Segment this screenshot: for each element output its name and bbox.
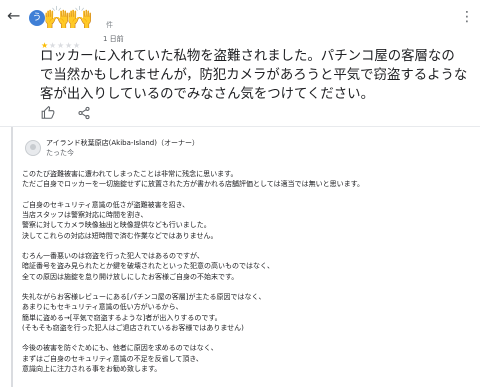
top-bar: ← う 🙌🙌 件 ⋮ [0, 0, 480, 34]
reviewer-review-count: 件 [106, 21, 113, 29]
review-text: ロッカーに入れていた私物を盗難されました。パチンコ屋の客層なので当然かもしれませ… [40, 49, 468, 102]
owner-name: アイランド秋葉原店(Akiba-Island)（オーナー） [46, 139, 199, 147]
reply-paragraph: 今後の被害を防ぐためにも、他者に原因を求めるのではなく、 まずはご自身のセキュリテ… [22, 344, 218, 374]
more-vertical-icon[interactable]: ⋮ [460, 8, 474, 26]
reply-paragraph: むろん一番悪いのは窃盗を行った犯人ではあるのですが、 暗証番号を盗み見られたとか鍵… [22, 252, 274, 281]
share-icon[interactable] [77, 106, 91, 120]
owner-reply-time: たった今 [46, 149, 74, 157]
owner-reply-body: このたび盗難被害に遭われてしまったことは非常に残念に思います。 ただご自身でロッカ… [22, 169, 462, 384]
reviewer-header[interactable]: う 🙌🙌 件 [29, 6, 113, 32]
owner-reply: アイランド秋葉原店(Akiba-Island)（オーナー） たった今 このたび盗… [11, 127, 465, 387]
rating-row: ★★★★★ 1 日前 [41, 33, 161, 50]
owner-avatar [25, 140, 41, 156]
thumbs-up-icon[interactable] [41, 105, 55, 120]
reply-paragraph: 失礼ながらお客様レビューにある[パチンコ屋の客層]が主たる原因ではなく、 あまりに… [22, 293, 266, 333]
back-arrow-icon[interactable]: ← [7, 7, 23, 25]
reply-paragraph: このたび盗難被害に遭われてしまったことは非常に残念に思います。 ただご自身でロッカ… [22, 170, 364, 189]
raised-hands-icon: 🙌🙌 [43, 6, 94, 31]
review-time: 1 日前 [103, 35, 124, 43]
reply-paragraph: ご自身のセキュリティ意識の低さが盗難被害を招き、 当店スタッフは警察対応に時間を割… [22, 200, 218, 240]
